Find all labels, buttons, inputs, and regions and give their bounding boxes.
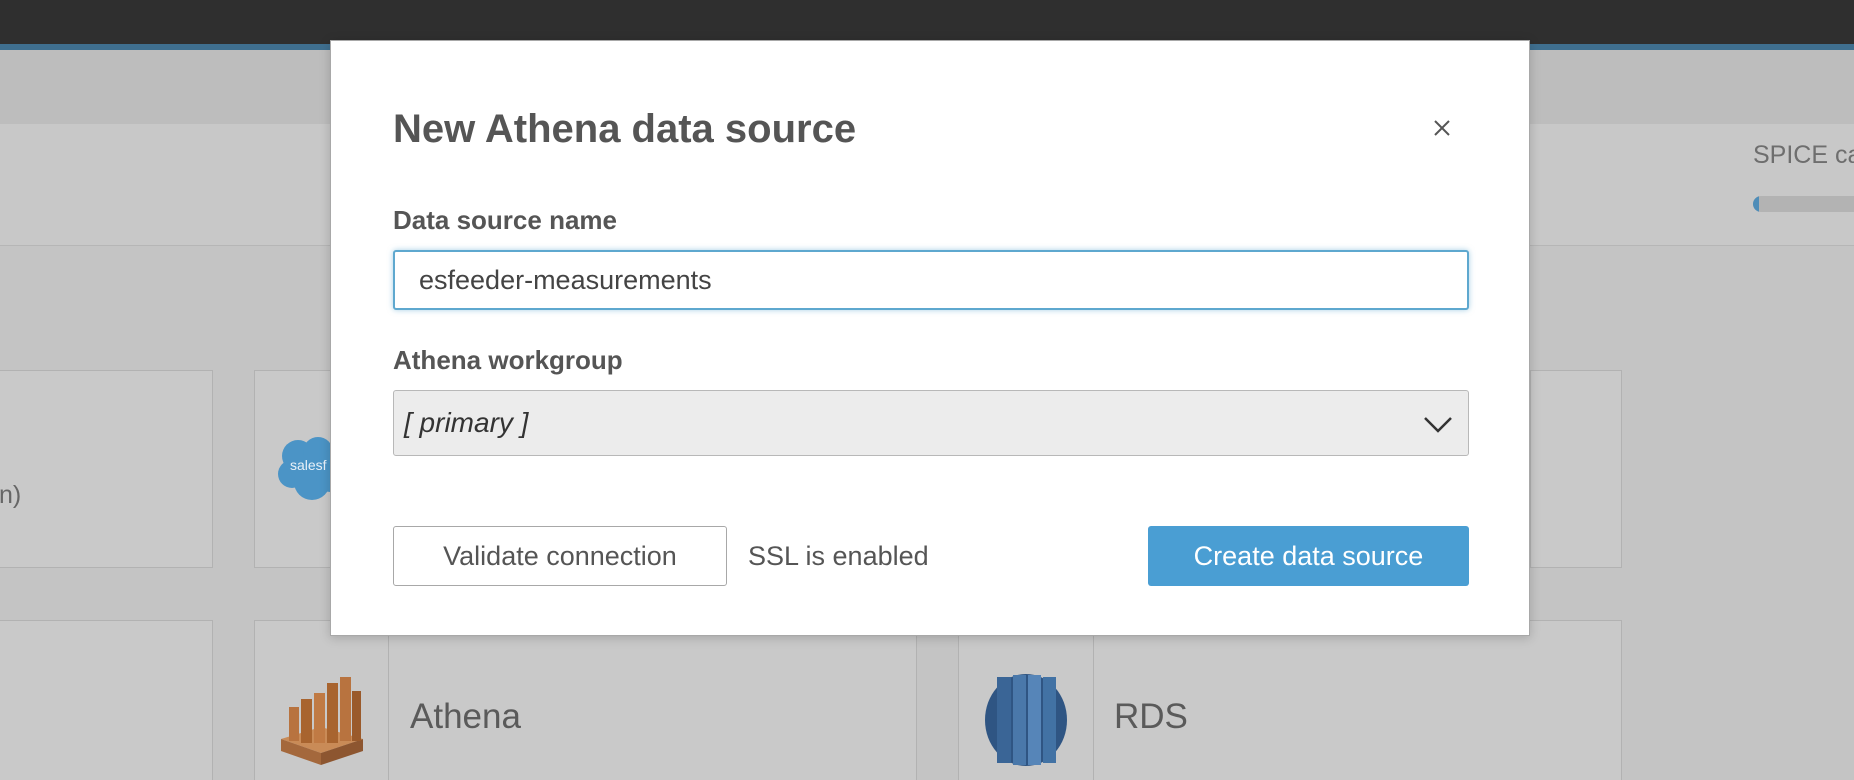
- salesforce-logo-text: salesf: [290, 457, 327, 473]
- top-navigation-bar: [0, 0, 1854, 44]
- rds-card-title: RDS: [1114, 697, 1188, 736]
- data-source-card-right[interactable]: [1530, 370, 1622, 568]
- new-athena-data-source-dialog: New Athena data source Data source name …: [330, 40, 1530, 636]
- card-label: n): [0, 481, 22, 509]
- ssl-status-text: SSL is enabled: [748, 541, 929, 571]
- data-source-card[interactable]: n): [0, 370, 213, 568]
- spice-capacity-label: SPICE ca: [1753, 141, 1854, 169]
- spice-capacity-bar: [1753, 196, 1854, 212]
- data-source-card-rds[interactable]: RDS: [958, 620, 1622, 780]
- data-source-name-input[interactable]: [393, 250, 1469, 310]
- athena-workgroup-select[interactable]: [ primary ]: [393, 390, 1469, 456]
- chevron-down-icon: [1424, 417, 1452, 433]
- data-source-name-label: Data source name: [393, 205, 617, 235]
- data-source-card-athena[interactable]: Athena: [254, 620, 917, 780]
- close-icon[interactable]: [1425, 111, 1459, 145]
- create-data-source-button[interactable]: Create data source: [1148, 526, 1469, 586]
- validate-connection-button[interactable]: Validate connection: [393, 526, 727, 586]
- rds-icon: [985, 674, 1067, 766]
- card-divider: [388, 621, 389, 780]
- data-source-card[interactable]: [0, 620, 213, 780]
- workgroup-selected-value: [ primary ]: [404, 407, 529, 438]
- athena-workgroup-label: Athena workgroup: [393, 345, 623, 375]
- dialog-title: New Athena data source: [393, 107, 857, 151]
- athena-icon: [281, 677, 363, 765]
- card-divider: [1093, 621, 1094, 780]
- athena-card-title: Athena: [410, 697, 521, 736]
